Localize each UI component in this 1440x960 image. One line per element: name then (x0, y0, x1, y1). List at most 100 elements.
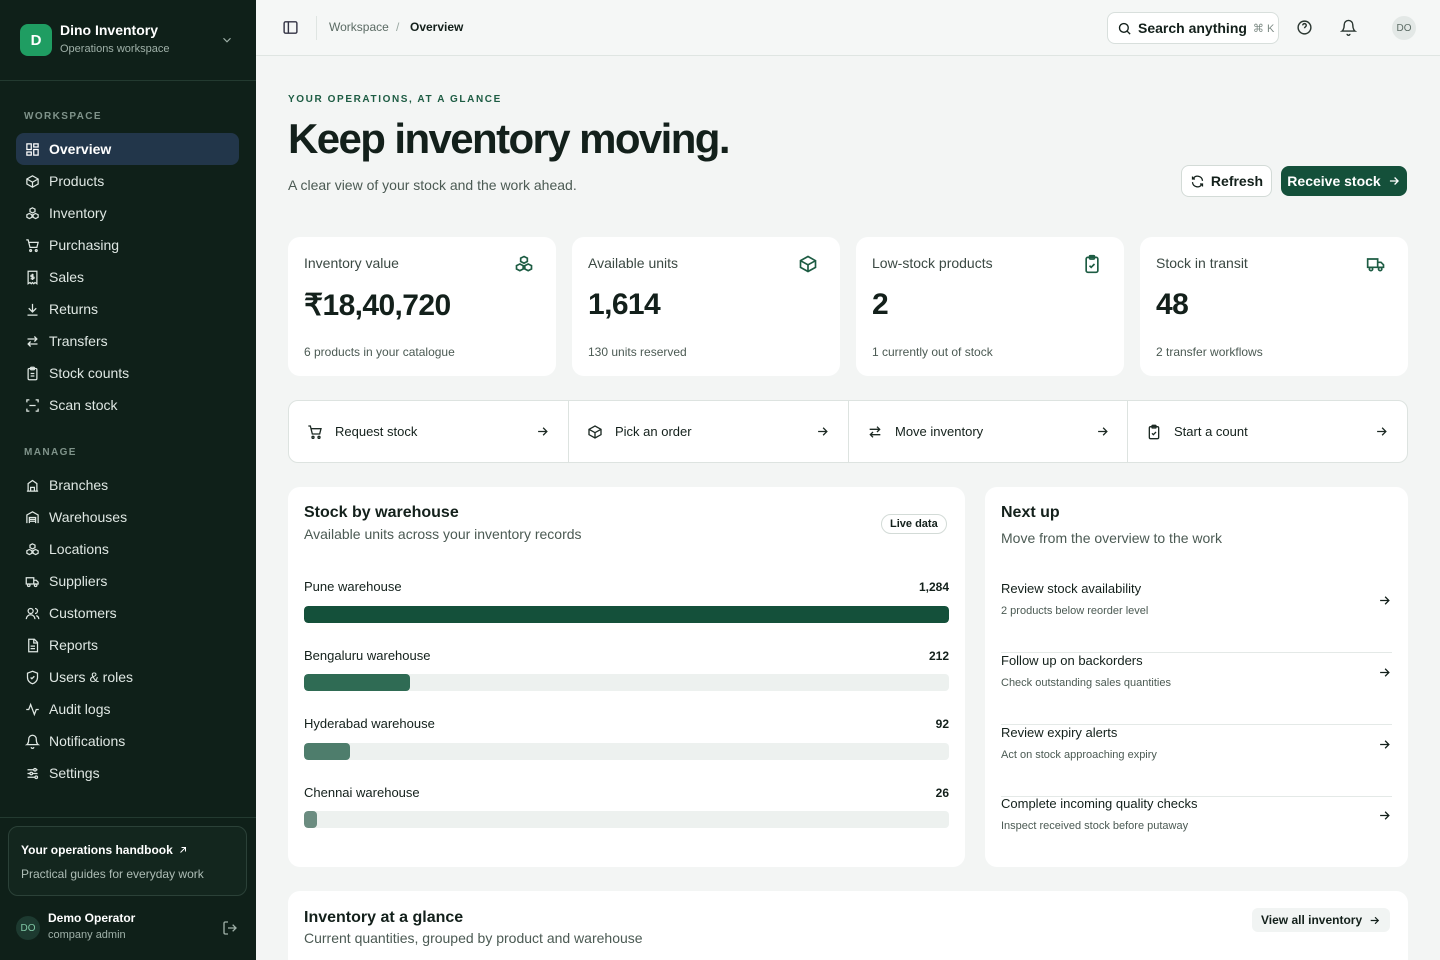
next-up-item-subtitle: Act on stock approaching expiry (1001, 749, 1157, 761)
quick-action-move-inventory[interactable]: Move inventory (849, 401, 1128, 462)
clipboard-icon (25, 366, 49, 381)
quick-action-pick-order[interactable]: Pick an order (569, 401, 848, 462)
sidebar-item-audit-logs[interactable]: Audit logs (16, 693, 239, 725)
help-icon[interactable] (1296, 19, 1313, 36)
box-icon (587, 424, 603, 440)
sidebar-item-label: Stock counts (49, 365, 130, 381)
boxes-icon (25, 206, 49, 221)
inventory-glance-subtitle: Current quantities, grouped by product a… (304, 930, 643, 946)
kpi-card-available-units: Available units 1,614 130 units reserved (572, 237, 840, 376)
quick-action-start-count[interactable]: Start a count (1128, 401, 1407, 462)
sidebar-item-label: Scan stock (49, 397, 118, 413)
sidebar-divider (0, 817, 256, 818)
sidebar-item-purchasing[interactable]: Purchasing (16, 229, 239, 261)
sidebar-item-sales[interactable]: Sales (16, 261, 239, 293)
next-up-title: Next up (1001, 504, 1060, 521)
warehouse-card: Stock by warehouse Available units acros… (288, 487, 965, 867)
next-up-card: Next up Move from the overview to the wo… (985, 487, 1408, 867)
sidebar-item-locations[interactable]: Locations (16, 533, 239, 565)
next-up-item-subtitle: Check outstanding sales quantities (1001, 677, 1171, 689)
view-all-label: View all inventory (1261, 913, 1363, 927)
sidebar-item-inventory[interactable]: Inventory (16, 197, 239, 229)
breadcrumb-separator: / (396, 20, 400, 34)
arrow-right-icon (1095, 424, 1110, 439)
scan-icon (25, 398, 49, 413)
kpi-value: ₹18,40,720 (304, 289, 451, 322)
sidebar-item-label: Settings (49, 765, 100, 781)
sliders-icon (25, 766, 49, 781)
bell-icon[interactable] (1340, 19, 1357, 36)
sidebar-item-label: Suppliers (49, 573, 108, 589)
warehouse-card-subtitle: Available units across your inventory re… (304, 526, 582, 542)
sidebar-item-products[interactable]: Products (16, 165, 239, 197)
warehouse-name: Bengaluru warehouse (304, 648, 431, 663)
sidebar-item-transfers[interactable]: Transfers (16, 325, 239, 357)
live-data-badge: Live data (881, 514, 947, 534)
building-icon (25, 478, 49, 493)
receive-stock-button[interactable]: Receive stock (1281, 166, 1407, 196)
kpi-note: 130 units reserved (588, 345, 687, 359)
search-icon (1117, 21, 1138, 36)
next-up-item[interactable]: Follow up on backorders Check outstandin… (1001, 653, 1392, 725)
sidebar-item-warehouses[interactable]: Warehouses (16, 501, 239, 533)
kpi-card-low-stock: Low-stock products 2 1 currently out of … (856, 237, 1124, 376)
sidebar-item-branches[interactable]: Branches (16, 469, 239, 501)
sidebar-item-returns[interactable]: Returns (16, 293, 239, 325)
inventory-glance-card: Inventory at a glance Current quantities… (288, 891, 1408, 960)
clipboard-check-icon (1082, 254, 1102, 274)
next-up-item[interactable]: Review stock availability 2 products bel… (1001, 581, 1392, 653)
kpi-card-stock-in-transit: Stock in transit 48 2 transfer workflows (1140, 237, 1408, 376)
truck-icon (25, 574, 49, 589)
receive-stock-label: Receive stock (1287, 173, 1381, 189)
warehouse-icon (25, 510, 49, 525)
breadcrumb-workspace[interactable]: Workspace (329, 20, 389, 34)
sidebar-item-suppliers[interactable]: Suppliers (16, 565, 239, 597)
arrow-right-icon (815, 424, 830, 439)
kpi-note: 2 transfer workflows (1156, 345, 1263, 359)
brand-subtitle: Operations workspace (60, 43, 170, 55)
logout-icon[interactable] (222, 920, 238, 936)
workspace-switcher[interactable]: D Dino Inventory Operations workspace (0, 0, 256, 81)
quick-action-request-stock[interactable]: Request stock (289, 401, 568, 462)
sidebar-item-scan-stock[interactable]: Scan stock (16, 389, 239, 421)
avatar[interactable]: DO (1392, 16, 1416, 40)
next-up-item[interactable]: Review expiry alerts Act on stock approa… (1001, 725, 1392, 797)
topbar: Workspace / Overview Search anything ⌘ K… (256, 0, 1440, 56)
next-up-item[interactable]: Complete incoming quality checks Inspect… (1001, 796, 1392, 868)
arrow-right-icon (1377, 737, 1392, 752)
sidebar-item-settings[interactable]: Settings (16, 757, 239, 789)
quick-action-label: Request stock (335, 424, 418, 439)
quick-action-label: Move inventory (895, 424, 984, 439)
sidebar-item-label: Customers (49, 605, 117, 621)
sidebar-item-reports[interactable]: Reports (16, 629, 239, 661)
sidebar-item-label: Branches (49, 477, 109, 493)
sidebar-item-label: Notifications (49, 733, 126, 749)
next-up-item-subtitle: Inspect received stock before putaway (1001, 820, 1189, 832)
box-icon (798, 254, 818, 274)
view-all-inventory-button[interactable]: View all inventory (1252, 908, 1391, 932)
handbook-link[interactable]: Your operations handbook Practical guide… (8, 826, 247, 896)
sidebar-item-label: Sales (49, 269, 85, 285)
boxes-icon (514, 254, 534, 274)
warehouse-name: Chennai warehouse (304, 785, 420, 800)
sidebar-item-overview[interactable]: Overview (16, 133, 239, 165)
sidebar-item-users-roles[interactable]: Users & roles (16, 661, 239, 693)
refresh-button[interactable]: Refresh (1181, 165, 1272, 197)
sidebar-item-customers[interactable]: Customers (16, 597, 239, 629)
sidebar-toggle-icon[interactable] (282, 19, 299, 36)
warehouse-bar-fill (304, 743, 351, 760)
warehouse-bar-track (304, 674, 949, 691)
activity-icon (25, 702, 49, 717)
kpi-value: 1,614 (588, 288, 661, 321)
kpi-label: Stock in transit (1156, 255, 1248, 271)
warehouse-bar-track (304, 743, 949, 760)
next-up-item-title: Review stock availability (1001, 581, 1142, 596)
handbook-title-text: Your operations handbook (21, 843, 173, 857)
sidebar-item-stock-counts[interactable]: Stock counts (16, 357, 239, 389)
brand-logo: D (20, 24, 52, 56)
shield-icon (25, 670, 49, 685)
sidebar-item-notifications[interactable]: Notifications (16, 725, 239, 757)
brand-name: Dino Inventory (60, 22, 159, 38)
search-button[interactable]: Search anything ⌘ K (1107, 12, 1279, 44)
warehouse-name: Hyderabad warehouse (304, 716, 435, 731)
